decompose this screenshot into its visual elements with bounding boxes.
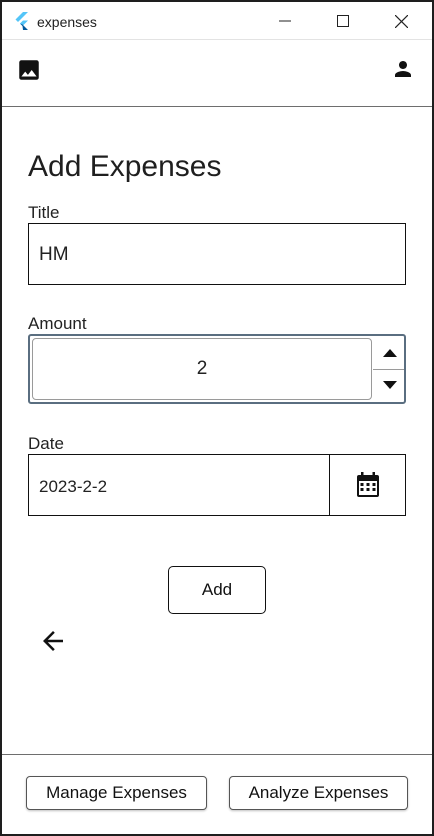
flutter-logo-icon [15, 12, 28, 30]
minimize-icon [279, 20, 291, 22]
minimize-button[interactable] [256, 2, 314, 40]
date-label: Date [28, 434, 64, 453]
amount-label: Amount [28, 314, 87, 333]
page-title: Add Expenses [28, 150, 222, 183]
manage-expenses-button[interactable]: Manage Expenses [26, 776, 207, 810]
title-value: HM [39, 244, 69, 265]
caret-up-icon [383, 349, 397, 357]
title-label: Title [28, 203, 60, 222]
maximize-button[interactable] [314, 2, 372, 40]
decrement-button[interactable] [376, 370, 404, 400]
amount-input[interactable]: 2 [32, 338, 372, 400]
calendar-icon [356, 472, 379, 497]
arrow-back-icon[interactable] [38, 626, 68, 656]
close-icon [394, 14, 408, 28]
close-button[interactable] [372, 2, 430, 40]
analyze-expenses-button[interactable]: Analyze Expenses [229, 776, 408, 810]
app-bar [2, 41, 432, 107]
add-button[interactable]: Add [168, 566, 266, 614]
title-input[interactable]: HM [28, 223, 406, 285]
maximize-icon [337, 15, 349, 27]
date-value: 2023-2-2 [39, 477, 108, 496]
date-input[interactable]: 2023-2-2 [28, 454, 330, 516]
window-title: expenses [37, 14, 97, 30]
bottom-divider [2, 754, 432, 755]
date-picker-button[interactable] [329, 454, 406, 516]
amount-stepper[interactable]: 2 [28, 334, 406, 404]
app-window: expenses Add Expenses Title HM Amount 2 [2, 2, 432, 834]
window-titlebar[interactable]: expenses [2, 2, 432, 40]
increment-button[interactable] [376, 338, 404, 368]
caret-down-icon [383, 381, 397, 389]
image-icon[interactable] [16, 57, 42, 83]
person-icon[interactable] [391, 57, 415, 81]
